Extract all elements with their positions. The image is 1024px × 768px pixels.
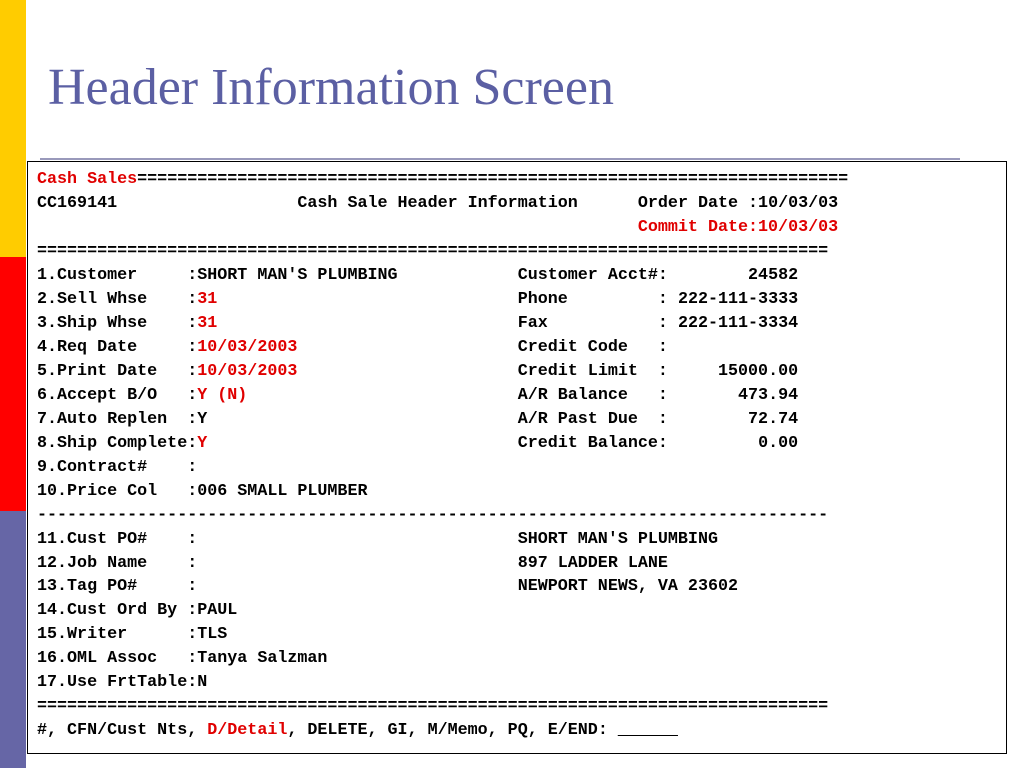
mode-rule: ========================================… <box>137 170 849 189</box>
field-label: 3.Ship Whse : <box>37 313 198 333</box>
field-row[interactable]: 7.Auto Replen :Y A/R Past Due : 72.74 <box>37 408 848 432</box>
address-line: SHORT MAN'S PLUMBING <box>517 529 718 549</box>
field-row[interactable]: 12.Job Name : 897 LADDER LANE <box>37 552 848 576</box>
command-text-2: , DELETE, GI, M/Memo, PQ, E/END: <box>287 721 618 741</box>
header-title: Cash Sale Header Information <box>297 193 578 213</box>
field-row[interactable]: 1.Customer :SHORT MAN'S PLUMBING Custome… <box>37 264 848 288</box>
field-label: 4.Req Date : <box>37 337 198 357</box>
field-value[interactable]: N <box>197 673 207 692</box>
credit-value: 473.94 <box>738 385 799 405</box>
detail-command[interactable]: D/Detail <box>207 721 287 740</box>
order-number: CC169141 <box>37 193 118 213</box>
credit-label: Credit Balance: <box>517 433 668 453</box>
field-value[interactable]: 10/03/2003 <box>197 362 297 381</box>
commit-date: Commit Date:10/03/03 <box>637 217 839 237</box>
accent-bar-yellow <box>0 0 26 257</box>
address-line: NEWPORT NEWS, VA 23602 <box>517 577 738 597</box>
credit-label: Customer Acct#: <box>517 265 668 285</box>
credit-label: A/R Past Due : <box>517 409 668 429</box>
field-label: 2.Sell Whse : <box>37 289 198 309</box>
rule-bottom: ========================================… <box>37 697 829 717</box>
header-line: CC169141 Cash Sale Header Information Or… <box>37 192 848 216</box>
field-row[interactable]: 14.Cust Ord By :PAUL <box>37 599 848 623</box>
field-row[interactable]: 4.Req Date :10/03/2003 Credit Code : <box>37 336 848 360</box>
slide-title: Header Information Screen <box>48 59 614 116</box>
field-label: 12.Job Name : <box>37 553 198 573</box>
field-value[interactable]: Tanya Salzman <box>197 649 327 668</box>
field-label: 9.Contract# : <box>37 457 198 477</box>
credit-label: Fax : <box>517 313 668 333</box>
credit-value: 222-111-3333 <box>677 289 799 309</box>
field-label: 8.Ship Complete: <box>37 433 198 453</box>
field-label: 14.Cust Ord By : <box>37 601 198 621</box>
rule-top: ========================================… <box>37 241 829 261</box>
credit-label: Phone : <box>517 289 668 309</box>
mode-label: Cash Sales <box>37 170 138 189</box>
field-row[interactable]: 5.Print Date :10/03/2003 Credit Limit : … <box>37 360 848 384</box>
accent-bar-purple <box>0 511 26 768</box>
field-value[interactable]: 31 <box>197 314 217 333</box>
field-value[interactable]: 31 <box>197 290 217 309</box>
dash-rule: ----------------------------------------… <box>37 505 829 525</box>
credit-label: A/R Balance : <box>517 385 668 405</box>
field-label: 6.Accept B/O : <box>37 385 198 405</box>
field-label: 10.Price Col : <box>37 481 198 501</box>
field-label: 17.Use FrtTable: <box>37 673 198 693</box>
terminal-text: Cash Sales==============================… <box>37 168 848 743</box>
field-label: 15.Writer : <box>37 625 198 645</box>
field-label: 5.Print Date : <box>37 361 198 381</box>
field-row[interactable]: 13.Tag PO# : NEWPORT NEWS, VA 23602 <box>37 575 848 599</box>
field-value[interactable]: PAUL <box>197 601 237 620</box>
accent-bar-red <box>0 257 26 511</box>
credit-value: 15000.00 <box>718 361 799 381</box>
field-value[interactable]: TLS <box>197 625 227 644</box>
terminal-screen: Cash Sales==============================… <box>27 161 1007 754</box>
field-label: 13.Tag PO# : <box>37 577 198 597</box>
field-row[interactable]: 11.Cust PO# : SHORT MAN'S PLUMBING <box>37 528 848 552</box>
field-value[interactable]: SHORT MAN'S PLUMBING <box>197 266 397 285</box>
title-underline <box>40 158 960 160</box>
credit-value: 222-111-3334 <box>677 313 799 333</box>
field-row[interactable]: 15.Writer :TLS <box>37 623 848 647</box>
address-line: 897 LADDER LANE <box>517 553 668 573</box>
field-row[interactable]: 16.OML Assoc :Tanya Salzman <box>37 647 848 671</box>
field-row[interactable]: 10.Price Col :006 SMALL PLUMBER <box>37 480 848 504</box>
field-label: 1.Customer : <box>37 265 198 285</box>
command-input[interactable]: ______ <box>618 721 678 740</box>
field-label: 7.Auto Replen : <box>37 409 198 429</box>
field-label: 16.OML Assoc : <box>37 649 198 669</box>
credit-label: Credit Limit : <box>517 361 668 381</box>
field-label: 11.Cust PO# : <box>37 529 198 549</box>
field-row[interactable]: 3.Ship Whse :31 Fax : 222-111-3334 <box>37 312 848 336</box>
field-row[interactable]: 9.Contract# : <box>37 456 848 480</box>
field-value[interactable]: Y (N) <box>197 386 247 405</box>
field-row[interactable]: 17.Use FrtTable:N <box>37 671 848 695</box>
mode-line: Cash Sales==============================… <box>37 168 848 192</box>
credit-value: 0.00 <box>758 433 799 453</box>
field-row[interactable]: 8.Ship Complete:Y Credit Balance: 0.00 <box>37 432 848 456</box>
credit-label: Credit Code : <box>517 337 668 357</box>
command-line: #, CFN/Cust Nts, D/Detail, DELETE, GI, M… <box>37 719 848 743</box>
field-value[interactable]: 006 SMALL PLUMBER <box>197 482 367 501</box>
commit-line: Commit Date:10/03/03 <box>37 216 848 240</box>
field-value[interactable]: 10/03/2003 <box>197 338 297 357</box>
credit-value: 24582 <box>748 265 799 285</box>
command-text-1: #, CFN/Cust Nts, <box>37 721 208 741</box>
field-value[interactable]: Y <box>197 410 207 429</box>
field-value[interactable]: Y <box>197 434 207 453</box>
credit-value: 72.74 <box>748 409 799 429</box>
order-date: Order Date :10/03/03 <box>637 193 839 213</box>
field-row[interactable]: 6.Accept B/O :Y (N) A/R Balance : 473.94 <box>37 384 848 408</box>
field-row[interactable]: 2.Sell Whse :31 Phone : 222-111-3333 <box>37 288 848 312</box>
